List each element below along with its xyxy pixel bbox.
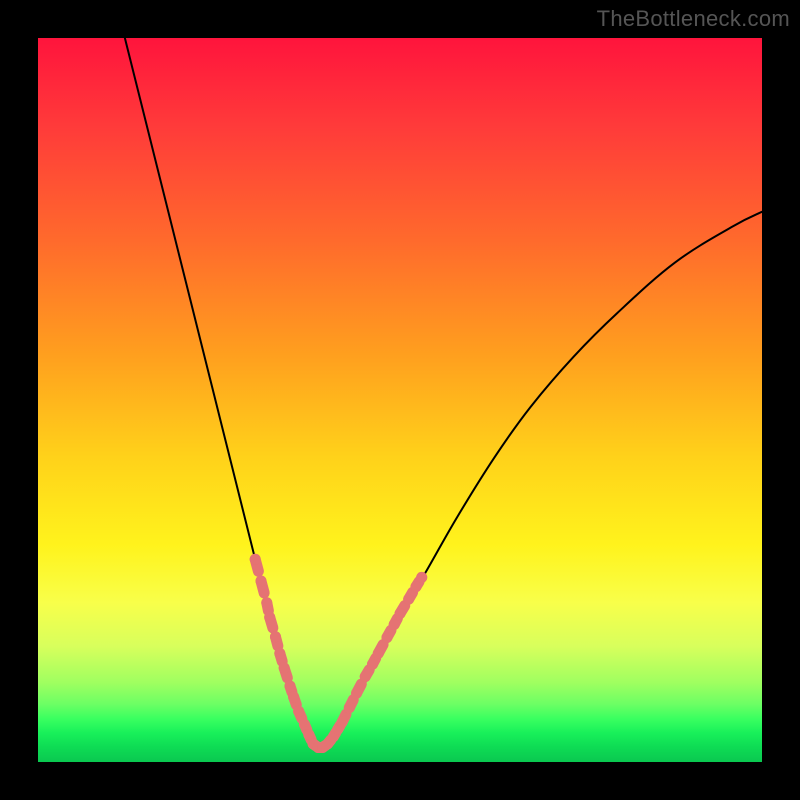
marker-dot [381, 632, 392, 643]
marker-dot [293, 706, 304, 717]
marker-dot [250, 554, 261, 565]
marker-dot [337, 717, 348, 728]
marker-dot [274, 648, 285, 659]
marker-dot [288, 691, 299, 702]
marker-dot [373, 648, 384, 659]
marker-dot [264, 612, 275, 623]
chart-frame: TheBottleneck.com [0, 0, 800, 800]
marker-dot [367, 659, 378, 670]
marker-dot [360, 671, 371, 682]
marker-dot [284, 680, 295, 691]
bottleneck-curve-path [125, 38, 762, 749]
marker-dot [270, 631, 281, 642]
marker-dot [416, 572, 427, 583]
marker-group [250, 554, 428, 753]
marker-dot [299, 719, 310, 730]
marker-dot [389, 619, 400, 630]
marker-dot [395, 608, 406, 619]
plot-area [38, 38, 762, 762]
watermark-text: TheBottleneck.com [597, 6, 790, 32]
chart-svg [38, 38, 762, 762]
marker-dot [351, 688, 362, 699]
marker-dot [303, 729, 314, 740]
marker-dot [344, 702, 355, 713]
marker-dot [255, 576, 266, 587]
marker-dot [410, 581, 421, 592]
marker-dot [279, 662, 290, 673]
marker-dot [261, 597, 272, 608]
marker-dot [403, 594, 414, 605]
